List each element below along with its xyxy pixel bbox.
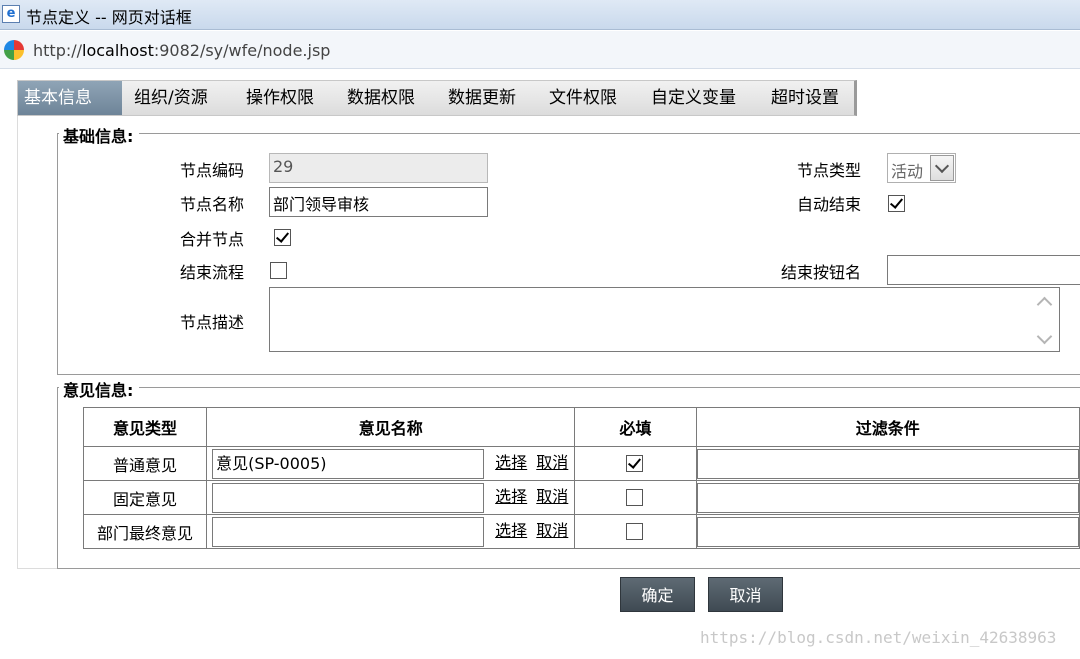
end-flow-label: 结束流程 xyxy=(180,263,245,282)
opinion-name-input[interactable] xyxy=(212,516,485,547)
end-button-input[interactable] xyxy=(887,255,1080,285)
opinion-name-input[interactable]: 意见(SP-0005) xyxy=(212,448,485,479)
tab-data-permission[interactable]: 数据权限 xyxy=(341,81,421,115)
cancel-link[interactable]: 取消 xyxy=(536,487,568,506)
window-titlebar: e 节点定义 -- 网页对话框 xyxy=(0,0,1080,30)
node-name-input[interactable]: 部门领导审核 xyxy=(269,187,488,217)
node-desc-label: 节点描述 xyxy=(180,313,245,332)
tab-data-update[interactable]: 数据更新 xyxy=(442,81,522,115)
ie-page-icon: e xyxy=(2,5,20,23)
header-opinion-type: 意见类型 xyxy=(82,407,208,447)
cancel-link[interactable]: 取消 xyxy=(536,453,568,472)
cancel-button[interactable]: 取消 xyxy=(708,577,783,612)
filter-cell xyxy=(695,514,1080,549)
merge-node-checkbox[interactable] xyxy=(274,229,291,246)
node-type-value: 活动 xyxy=(891,162,924,181)
header-required: 必填 xyxy=(574,407,697,447)
node-type-label: 节点类型 xyxy=(797,161,862,180)
required-checkbox[interactable] xyxy=(626,523,644,540)
globe-icon xyxy=(4,40,24,60)
tab-custom-variables[interactable]: 自定义变量 xyxy=(645,81,742,115)
opinion-name-input[interactable] xyxy=(212,482,485,513)
merge-node-label: 合并节点 xyxy=(180,230,245,249)
tab-operation-permission[interactable]: 操作权限 xyxy=(240,81,320,115)
opinion-name-cell: 意见(SP-0005) 选择 取消 xyxy=(206,446,576,481)
end-button-label: 结束按钮名 xyxy=(781,263,862,282)
cancel-link[interactable]: 取消 xyxy=(536,521,568,540)
tab-timeout-settings[interactable]: 超时设置 xyxy=(765,81,845,115)
chevron-down-icon[interactable] xyxy=(930,155,954,181)
window-title: 节点定义 -- 网页对话框 xyxy=(26,8,192,27)
required-cell xyxy=(574,446,697,481)
required-cell xyxy=(574,480,697,515)
opinion-type-cell: 固定意见 xyxy=(82,480,208,515)
tab-bar: 基本信息 组织/资源 操作权限 数据权限 数据更新 文件权限 自定义变量 超时设… xyxy=(17,80,857,116)
ok-button[interactable]: 确定 xyxy=(620,577,695,612)
address-bar: http://localhost:9082/sy/wfe/node.jsp xyxy=(0,31,1080,69)
table-row: 普通意见 意见(SP-0005) 选择 取消 xyxy=(82,446,1080,481)
required-checkbox[interactable] xyxy=(626,489,644,506)
url-text: http://localhost:9082/sy/wfe/node.jsp xyxy=(33,41,331,60)
opinion-table: 意见类型 意见名称 必填 过滤条件 普通意见 意见(SP-0005) 选择 取消… xyxy=(82,407,1080,549)
tab-basic-info[interactable]: 基本信息 xyxy=(18,81,122,115)
node-code-label: 节点编码 xyxy=(180,161,245,180)
end-flow-checkbox[interactable] xyxy=(270,262,287,279)
tab-file-permission[interactable]: 文件权限 xyxy=(543,81,623,115)
node-desc-textarea[interactable] xyxy=(269,287,1060,352)
auto-end-checkbox[interactable] xyxy=(888,195,905,212)
header-opinion-name: 意见名称 xyxy=(206,407,576,447)
select-link[interactable]: 选择 xyxy=(495,521,527,540)
header-filter: 过滤条件 xyxy=(695,407,1080,447)
required-checkbox[interactable] xyxy=(626,455,644,472)
opinion-info-legend: 意见信息: xyxy=(59,377,140,401)
node-type-select[interactable]: 活动 xyxy=(887,153,956,183)
scroll-up-icon[interactable] xyxy=(1035,294,1053,308)
opinion-type-cell: 普通意见 xyxy=(82,446,208,481)
watermark-text: https://blog.csdn.net/weixin_42638963 xyxy=(700,628,1057,647)
select-link[interactable]: 选择 xyxy=(495,453,527,472)
table-row: 部门最终意见 选择 取消 xyxy=(82,514,1080,549)
node-code-input[interactable]: 29 xyxy=(269,153,488,183)
opinion-type-cell: 部门最终意见 xyxy=(82,514,208,549)
filter-input[interactable] xyxy=(696,482,1079,513)
filter-cell xyxy=(695,446,1080,481)
basic-info-legend: 基础信息: xyxy=(59,123,140,147)
filter-input[interactable] xyxy=(696,448,1079,479)
tab-org-resource[interactable]: 组织/资源 xyxy=(128,81,214,115)
required-cell xyxy=(574,514,697,549)
table-header-row: 意见类型 意见名称 必填 过滤条件 xyxy=(82,407,1080,447)
filter-input[interactable] xyxy=(696,516,1079,547)
auto-end-label: 自动结束 xyxy=(797,195,862,214)
select-link[interactable]: 选择 xyxy=(495,487,527,506)
filter-cell xyxy=(695,480,1080,515)
opinion-name-cell: 选择 取消 xyxy=(206,480,576,515)
table-row: 固定意见 选择 取消 xyxy=(82,480,1080,515)
scroll-down-icon[interactable] xyxy=(1035,331,1053,345)
opinion-name-cell: 选择 取消 xyxy=(206,514,576,549)
node-name-label: 节点名称 xyxy=(180,195,245,214)
